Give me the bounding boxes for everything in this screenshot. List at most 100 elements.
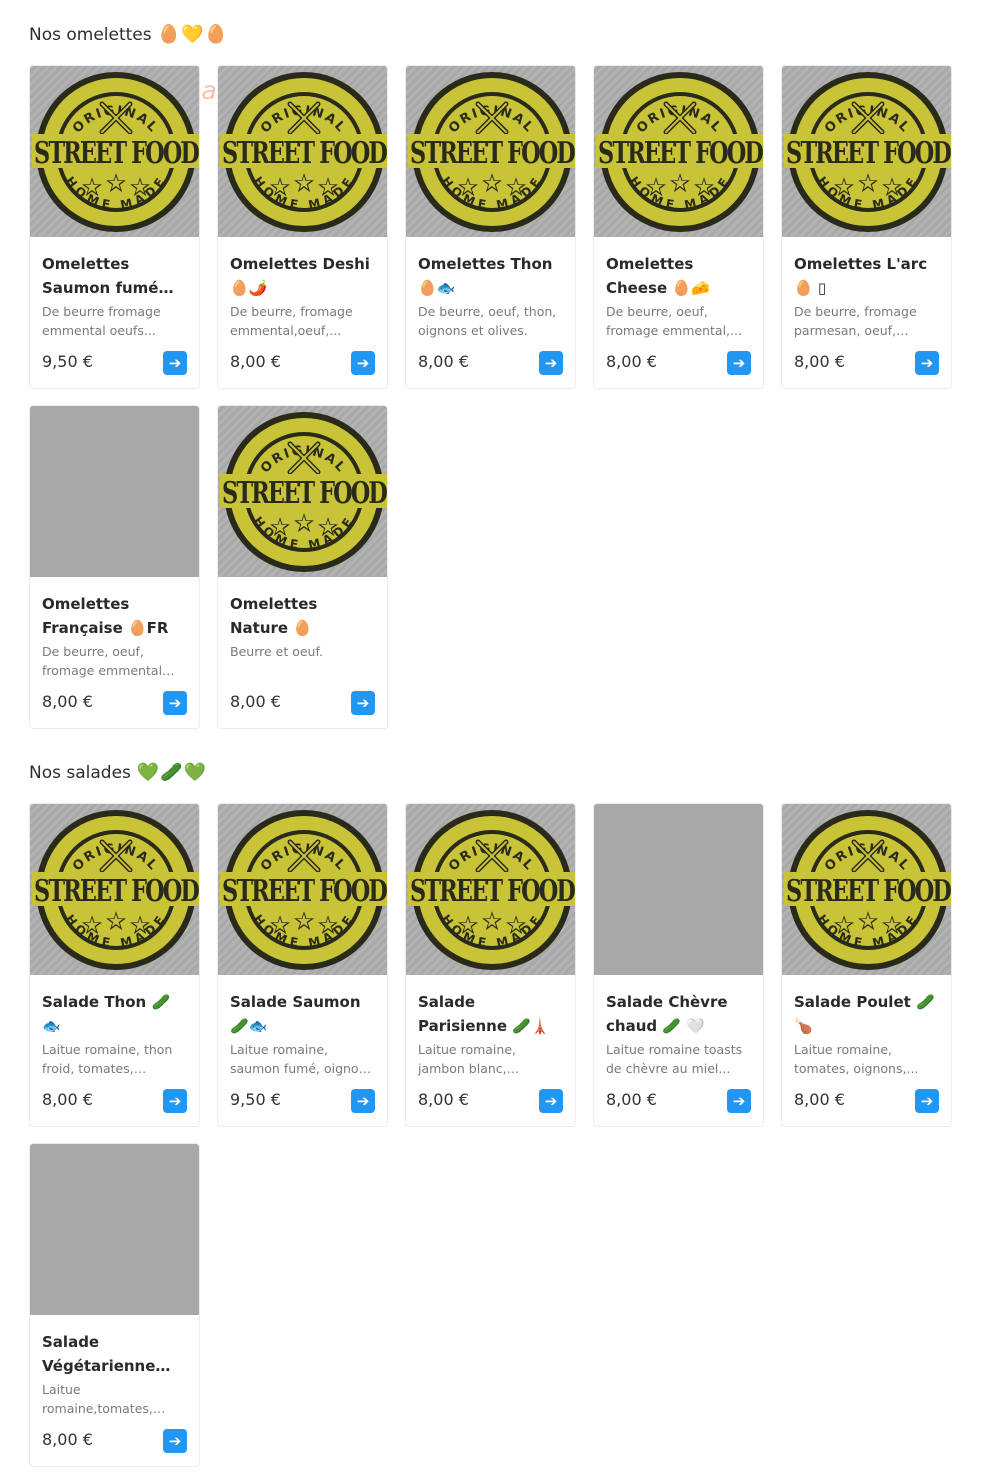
menu-item-card[interactable]: ORIGINAL HOME MADE STREET FOOD ★★★ ★★★ O… xyxy=(405,65,576,389)
item-name: Salade Thon 🥒 🐟 xyxy=(42,993,171,1035)
item-price: 8,00 € xyxy=(42,692,93,711)
svg-text:★: ★ xyxy=(132,915,148,936)
svg-text:★: ★ xyxy=(320,517,336,538)
arrow-right-icon[interactable]: ➔ xyxy=(163,1089,187,1113)
street-food-logo: ORIGINAL HOME MADE STREET FOOD ★★★ ★★★ xyxy=(594,66,763,237)
svg-text:★: ★ xyxy=(320,177,336,198)
item-name: Omelettes Française 🥚FR xyxy=(42,595,169,637)
arrow-right-icon[interactable]: ➔ xyxy=(163,351,187,375)
item-price: 8,00 € xyxy=(418,352,469,371)
item-description: Laitue romaine,tomates, oignons,olives,.… xyxy=(42,1382,153,1416)
item-price: 8,00 € xyxy=(230,692,281,711)
item-description: De beurre, oeuf, fromage emmental,... xyxy=(606,304,742,338)
street-food-logo: ORIGINAL HOME MADE STREET FOOD ★★★ ★★★ xyxy=(406,804,575,975)
street-food-logo: ORIGINAL HOME MADE STREET FOOD ★★★ ★★★ xyxy=(30,66,199,237)
arrow-right-icon[interactable]: ➔ xyxy=(351,691,375,715)
item-description: Beurre et oeuf. xyxy=(230,644,323,659)
menu-item-card[interactable]: ORIGINAL HOME MADE STREET FOOD ★★★ ★★★ O… xyxy=(217,405,388,729)
svg-text:★: ★ xyxy=(272,177,288,198)
menu-item-card[interactable]: ORIGINAL HOME MADE STREET FOOD ★★★ ★★★ O… xyxy=(593,65,764,389)
svg-text:STREET FOOD: STREET FOOD xyxy=(34,136,199,171)
item-description: Laitue romaine toasts de chèvre au miel.… xyxy=(606,1042,743,1076)
salades-grid: ORIGINAL HOME MADE STREET FOOD ★★★ ★★★ S… xyxy=(29,803,952,1467)
item-image: ORIGINAL HOME MADE STREET FOOD ★★★ ★★★ xyxy=(594,66,763,237)
menu-item-card[interactable]: Salade Chèvre chaud 🥒 🤍 Laitue romaine t… xyxy=(593,803,764,1127)
item-name: Omelettes Thon 🥚🐟 xyxy=(418,255,553,297)
svg-text:STREET FOOD: STREET FOOD xyxy=(222,476,387,511)
arrow-right-icon[interactable]: ➔ xyxy=(915,1089,939,1113)
arrow-right-icon[interactable]: ➔ xyxy=(727,1089,751,1113)
svg-text:★: ★ xyxy=(460,177,476,198)
svg-text:★: ★ xyxy=(108,911,124,932)
menu-item-card[interactable]: ORIGINAL HOME MADE STREET FOOD ★★★ ★★★ S… xyxy=(405,803,576,1127)
food-photo xyxy=(30,1144,199,1315)
street-food-logo: ORIGINAL HOME MADE STREET FOOD ★★★ ★★★ xyxy=(218,66,387,237)
omelettes-grid: ORIGINAL HOME MADE STREET FOOD ★★★ ★★★ O… xyxy=(29,65,952,729)
arrow-right-icon[interactable]: ➔ xyxy=(727,351,751,375)
menu-item-card[interactable]: ORIGINAL HOME MADE STREET FOOD ★★★ ★★★ S… xyxy=(781,803,952,1127)
item-description: De beurre, fromage emmental,oeuf,... xyxy=(230,304,353,338)
item-description: Laitue romaine, thon froid, tomates, oig… xyxy=(42,1042,173,1076)
arrow-right-icon[interactable]: ➔ xyxy=(351,351,375,375)
svg-text:★: ★ xyxy=(836,915,852,936)
arrow-right-icon[interactable]: ➔ xyxy=(163,691,187,715)
svg-text:STREET FOOD: STREET FOOD xyxy=(598,136,763,171)
svg-text:STREET FOOD: STREET FOOD xyxy=(410,136,575,171)
street-food-logo: ORIGINAL HOME MADE STREET FOOD ★★★ ★★★ xyxy=(218,804,387,975)
svg-text:STREET FOOD: STREET FOOD xyxy=(410,874,575,909)
arrow-right-icon[interactable]: ➔ xyxy=(915,351,939,375)
item-name: Omelettes L'arc 🥚 ▯ xyxy=(794,255,928,297)
svg-text:★: ★ xyxy=(84,177,100,198)
item-name: Salade Poulet 🥒 🍗 xyxy=(794,993,935,1035)
item-price: 8,00 € xyxy=(42,1090,93,1109)
menu-item-card[interactable]: Salade Végétarienne 🥒... Laitue romaine,… xyxy=(29,1143,200,1467)
svg-text:STREET FOOD: STREET FOOD xyxy=(786,136,951,171)
svg-text:★: ★ xyxy=(460,915,476,936)
egg-heart-icons: 🥚💛🥚 xyxy=(157,24,228,45)
item-image: ORIGINAL HOME MADE STREET FOOD ★★★ ★★★ xyxy=(30,804,199,975)
item-name: Salade Chèvre chaud 🥒 🤍 xyxy=(606,993,728,1035)
item-description: De beurre, oeuf, fromage emmental et... xyxy=(42,644,163,678)
arrow-right-icon[interactable]: ➔ xyxy=(539,1089,563,1113)
menu-item-card[interactable]: ORIGINAL HOME MADE STREET FOOD ★★★ ★★★ S… xyxy=(29,803,200,1127)
item-description: De beurre, fromage parmesan, oeuf, olive… xyxy=(794,304,917,338)
street-food-logo: ORIGINAL HOME MADE STREET FOOD ★★★ ★★★ xyxy=(406,66,575,237)
section-title-omelettes: Nos omelettes 🥚💛🥚 xyxy=(29,24,228,45)
item-price: 8,00 € xyxy=(606,352,657,371)
item-name: Salade Végétarienne 🥒... xyxy=(42,1333,156,1375)
menu-item-card[interactable]: ORIGINAL HOME MADE STREET FOOD ★★★ ★★★ S… xyxy=(217,803,388,1127)
item-price: 8,00 € xyxy=(42,1430,93,1449)
svg-text:★: ★ xyxy=(296,513,312,534)
item-description: De beurre, oeuf, thon, oignons et olives… xyxy=(418,304,557,338)
menu-item-card[interactable]: Omelettes Française 🥚FR De beurre, oeuf,… xyxy=(29,405,200,729)
menu-item-card[interactable]: ORIGINAL HOME MADE STREET FOOD ★★★ ★★★ O… xyxy=(29,65,200,389)
item-description: De beurre fromage emmental oeufs... xyxy=(42,304,161,338)
street-food-logo: ORIGINAL HOME MADE STREET FOOD ★★★ ★★★ xyxy=(782,66,951,237)
heart-cucumber-icons: 💚🥒💚 xyxy=(136,762,208,783)
svg-text:★: ★ xyxy=(296,173,312,194)
svg-text:★: ★ xyxy=(508,177,524,198)
svg-text:★: ★ xyxy=(648,177,664,198)
arrow-right-icon[interactable]: ➔ xyxy=(539,351,563,375)
arrow-right-icon[interactable]: ➔ xyxy=(351,1089,375,1113)
item-price: 9,50 € xyxy=(42,352,93,371)
food-photo xyxy=(30,406,199,577)
item-description: Laitue romaine, tomates, oignons,... xyxy=(794,1042,919,1076)
section-title-text: Nos salades xyxy=(29,762,131,783)
item-image: ORIGINAL HOME MADE STREET FOOD ★★★ ★★★ xyxy=(782,804,951,975)
item-name: Omelettes Nature 🥚 xyxy=(230,595,318,637)
svg-text:★: ★ xyxy=(884,177,900,198)
svg-text:★: ★ xyxy=(272,517,288,538)
item-image: ORIGINAL HOME MADE STREET FOOD ★★★ ★★★ xyxy=(406,66,575,237)
arrow-right-icon[interactable]: ➔ xyxy=(163,1429,187,1453)
svg-text:★: ★ xyxy=(672,173,688,194)
section-title-text: Nos omelettes xyxy=(29,24,152,45)
item-image: ORIGINAL HOME MADE STREET FOOD ★★★ ★★★ xyxy=(406,804,575,975)
menu-item-card[interactable]: ORIGINAL HOME MADE STREET FOOD ★★★ ★★★ O… xyxy=(217,65,388,389)
item-description: Laitue romaine, saumon fumé, oignons, po… xyxy=(230,1042,377,1076)
menu-item-card[interactable]: ORIGINAL HOME MADE STREET FOOD ★★★ ★★★ O… xyxy=(781,65,952,389)
item-image: ORIGINAL HOME MADE STREET FOOD ★★★ ★★★ xyxy=(218,66,387,237)
svg-text:STREET FOOD: STREET FOOD xyxy=(34,874,199,909)
svg-text:★: ★ xyxy=(484,911,500,932)
svg-text:★: ★ xyxy=(484,173,500,194)
